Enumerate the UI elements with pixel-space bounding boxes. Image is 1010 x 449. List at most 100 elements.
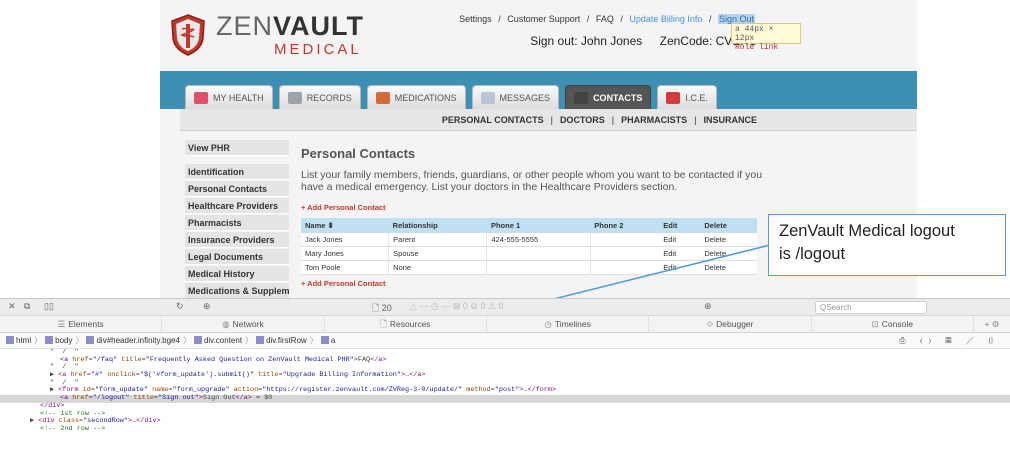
tab-icon: [666, 91, 681, 104]
logo-text: ZENVAULT MEDICAL: [216, 11, 364, 58]
subnav-insurance[interactable]: INSURANCE: [703, 115, 757, 125]
sidebar-item-medical-history[interactable]: Medical History: [185, 266, 289, 282]
delete-link[interactable]: Delete: [700, 233, 757, 247]
edit-link[interactable]: Edit: [659, 260, 701, 275]
tab-label: MESSAGES: [499, 92, 551, 103]
link-separator: /: [620, 14, 623, 24]
table-header-row: Name ⬍ Relationship Phone 1 Phone 2 Edit Dele…: [301, 218, 757, 233]
breadcrumb-separator: 〉: [34, 336, 43, 345]
tab-i-c-e[interactable]: I.C.E.: [657, 85, 717, 109]
page-title: Personal Contacts: [301, 146, 416, 161]
subnav-doctors[interactable]: DOCTORS: [560, 115, 605, 125]
customer-support-link[interactable]: Customer Support: [507, 14, 580, 24]
console-icon: ⊡: [871, 319, 879, 329]
element-node-icon: [193, 336, 202, 344]
column-header: Phone 2: [590, 218, 660, 233]
tab-timelines[interactable]: ◷ Timelines: [487, 316, 650, 332]
tab-label: I.C.E.: [685, 92, 708, 103]
zenvault-logo[interactable]: ZENVAULT MEDICAL: [170, 10, 364, 60]
personal-contacts-panel: Personal Contacts List your family membe…: [301, 146, 771, 288]
breadcrumb-item[interactable]: html: [6, 336, 31, 345]
dom-node[interactable]: <a href="/faq" title="Frequently Asked Q…: [0, 356, 1010, 365]
tab-resources[interactable]: 🗋 Resources: [325, 316, 487, 332]
sidebar-item-view-phr[interactable]: View PHR: [185, 140, 289, 156]
edit-link[interactable]: Edit: [659, 246, 701, 261]
breadcrumb-item[interactable]: div.firstRow: [256, 336, 307, 345]
element-node-icon: [86, 336, 95, 344]
table-cell: [590, 260, 660, 275]
devtools-search-input[interactable]: QSearch: [815, 301, 927, 314]
sidebar-item-healthcare-providers[interactable]: Healthcare Providers: [185, 198, 289, 214]
sidebar-item-legal-documents[interactable]: Legal Documents: [185, 249, 289, 265]
dom-node-selected[interactable]: <a href="/logout" title="Sign out">Sign …: [0, 394, 1010, 403]
inspector-tooltip: a 44px × 12px Role link: [731, 23, 801, 52]
resources-icon: 🗋: [380, 319, 387, 329]
contacts-table: Name ⬍ Relationship Phone 1 Phone 2 Edit Dele…: [301, 218, 757, 275]
edit-link[interactable]: Edit: [659, 233, 701, 247]
dom-node[interactable]: ▶ <a href="#" onclick="$('#form_update')…: [0, 371, 1010, 380]
subnav-separator: |: [694, 115, 697, 125]
tab-label: Elements: [68, 319, 104, 329]
delete-link[interactable]: Delete: [700, 246, 757, 261]
sidebar-item-pharmacists[interactable]: Pharmacists: [185, 215, 289, 231]
tab-medications[interactable]: MEDICATIONS: [366, 85, 466, 109]
download-icon[interactable]: ⊕: [203, 301, 211, 312]
target-icon[interactable]: ⊕: [704, 301, 712, 312]
tab-messages[interactable]: MESSAGES: [471, 85, 560, 109]
close-icon[interactable]: ✕: [8, 301, 16, 312]
breadcrumb-label: html: [16, 336, 32, 345]
column-header[interactable]: Name ⬍: [301, 218, 389, 233]
logo-wordmark: ZENVAULT: [216, 11, 364, 41]
tab-debugger[interactable]: ⟐ Debugger: [649, 316, 812, 332]
settings-link[interactable]: Settings: [459, 14, 492, 24]
dom-node[interactable]: <!-- 2nd row -->: [0, 425, 1010, 434]
update-billing-link[interactable]: Update Billing Info: [629, 14, 702, 24]
toolbar-stats: △ — ◷ — ⊠ 0 ⊘ 0 ⚠ 0: [410, 301, 504, 311]
add-tab-icon[interactable]: + ⚙: [974, 316, 1010, 332]
column-header: Delete: [700, 218, 757, 233]
sidebar-item-personal-contacts[interactable]: Personal Contacts: [185, 181, 289, 197]
dock-icon[interactable]: ⧉: [24, 301, 30, 312]
tab-icon: [574, 91, 589, 104]
tab-my-health[interactable]: MY HEALTH: [185, 85, 273, 109]
tab-label: Resources: [389, 319, 431, 329]
search-placeholder: Search: [826, 303, 852, 312]
breadcrumb-item[interactable]: a: [320, 336, 335, 345]
table-cell: Spouse: [388, 246, 488, 261]
add-personal-contact-link-bottom[interactable]: + Add Personal Contact: [301, 279, 771, 288]
tab-elements[interactable]: ☰ Elements: [0, 316, 163, 332]
tab-records[interactable]: RECORDS: [278, 85, 361, 109]
breadcrumb-item[interactable]: div#header.infinity.bge4: [86, 336, 180, 345]
callout-line-2: is /logout: [779, 245, 846, 263]
link-separator: /: [498, 14, 501, 24]
tab-icon: [375, 91, 390, 104]
reload-icon[interactable]: ↻: [176, 301, 184, 312]
tab-console[interactable]: ⊡ Console: [812, 316, 974, 332]
callout-line-1: ZenVault Medical logout: [779, 222, 955, 240]
sidebar-item-medications[interactable]: Medications & Supplements: [185, 283, 289, 298]
resources-count: 🗋 20: [372, 301, 392, 317]
breadcrumb-item[interactable]: body: [45, 336, 72, 345]
link-separator: /: [586, 14, 590, 24]
add-personal-contact-link[interactable]: + Add Personal Contact: [301, 203, 771, 212]
breadcrumb-label: body: [55, 336, 73, 345]
breadcrumb-separator: 〉: [182, 336, 191, 345]
subnav-personal-contacts[interactable]: PERSONAL CONTACTS: [442, 115, 544, 125]
user-info: Sign out: John Jones ZenCode: CVEXC: [516, 34, 757, 48]
sidebar-item-insurance-providers[interactable]: Insurance Providers: [185, 232, 289, 248]
sidebar-item-identification[interactable]: Identification: [185, 164, 289, 180]
tab-contacts[interactable]: CONTACTS: [565, 85, 652, 109]
resource-count: 20: [381, 303, 392, 313]
tab-network[interactable]: ◍ Network: [162, 316, 325, 332]
dom-node[interactable]: </div>: [0, 402, 1010, 411]
subnav-pharmacists[interactable]: PHARMACISTS: [621, 115, 687, 125]
split-icon[interactable]: ▯▯: [44, 301, 54, 312]
element-node-icon: [45, 336, 54, 344]
breadcrumb-item[interactable]: div.content: [193, 336, 242, 345]
tab-icon: [194, 91, 208, 104]
dom-tools-icons[interactable]: ⎙ ⟨⟩ ▦ ╱ ▯: [899, 333, 1000, 348]
dom-node[interactable]: ▶ <div class="secondRow">…</div>: [0, 417, 1010, 426]
page-description: List your family members, friends, guard…: [301, 169, 763, 193]
delete-link[interactable]: Delete: [700, 260, 757, 275]
faq-link[interactable]: FAQ: [596, 14, 614, 24]
